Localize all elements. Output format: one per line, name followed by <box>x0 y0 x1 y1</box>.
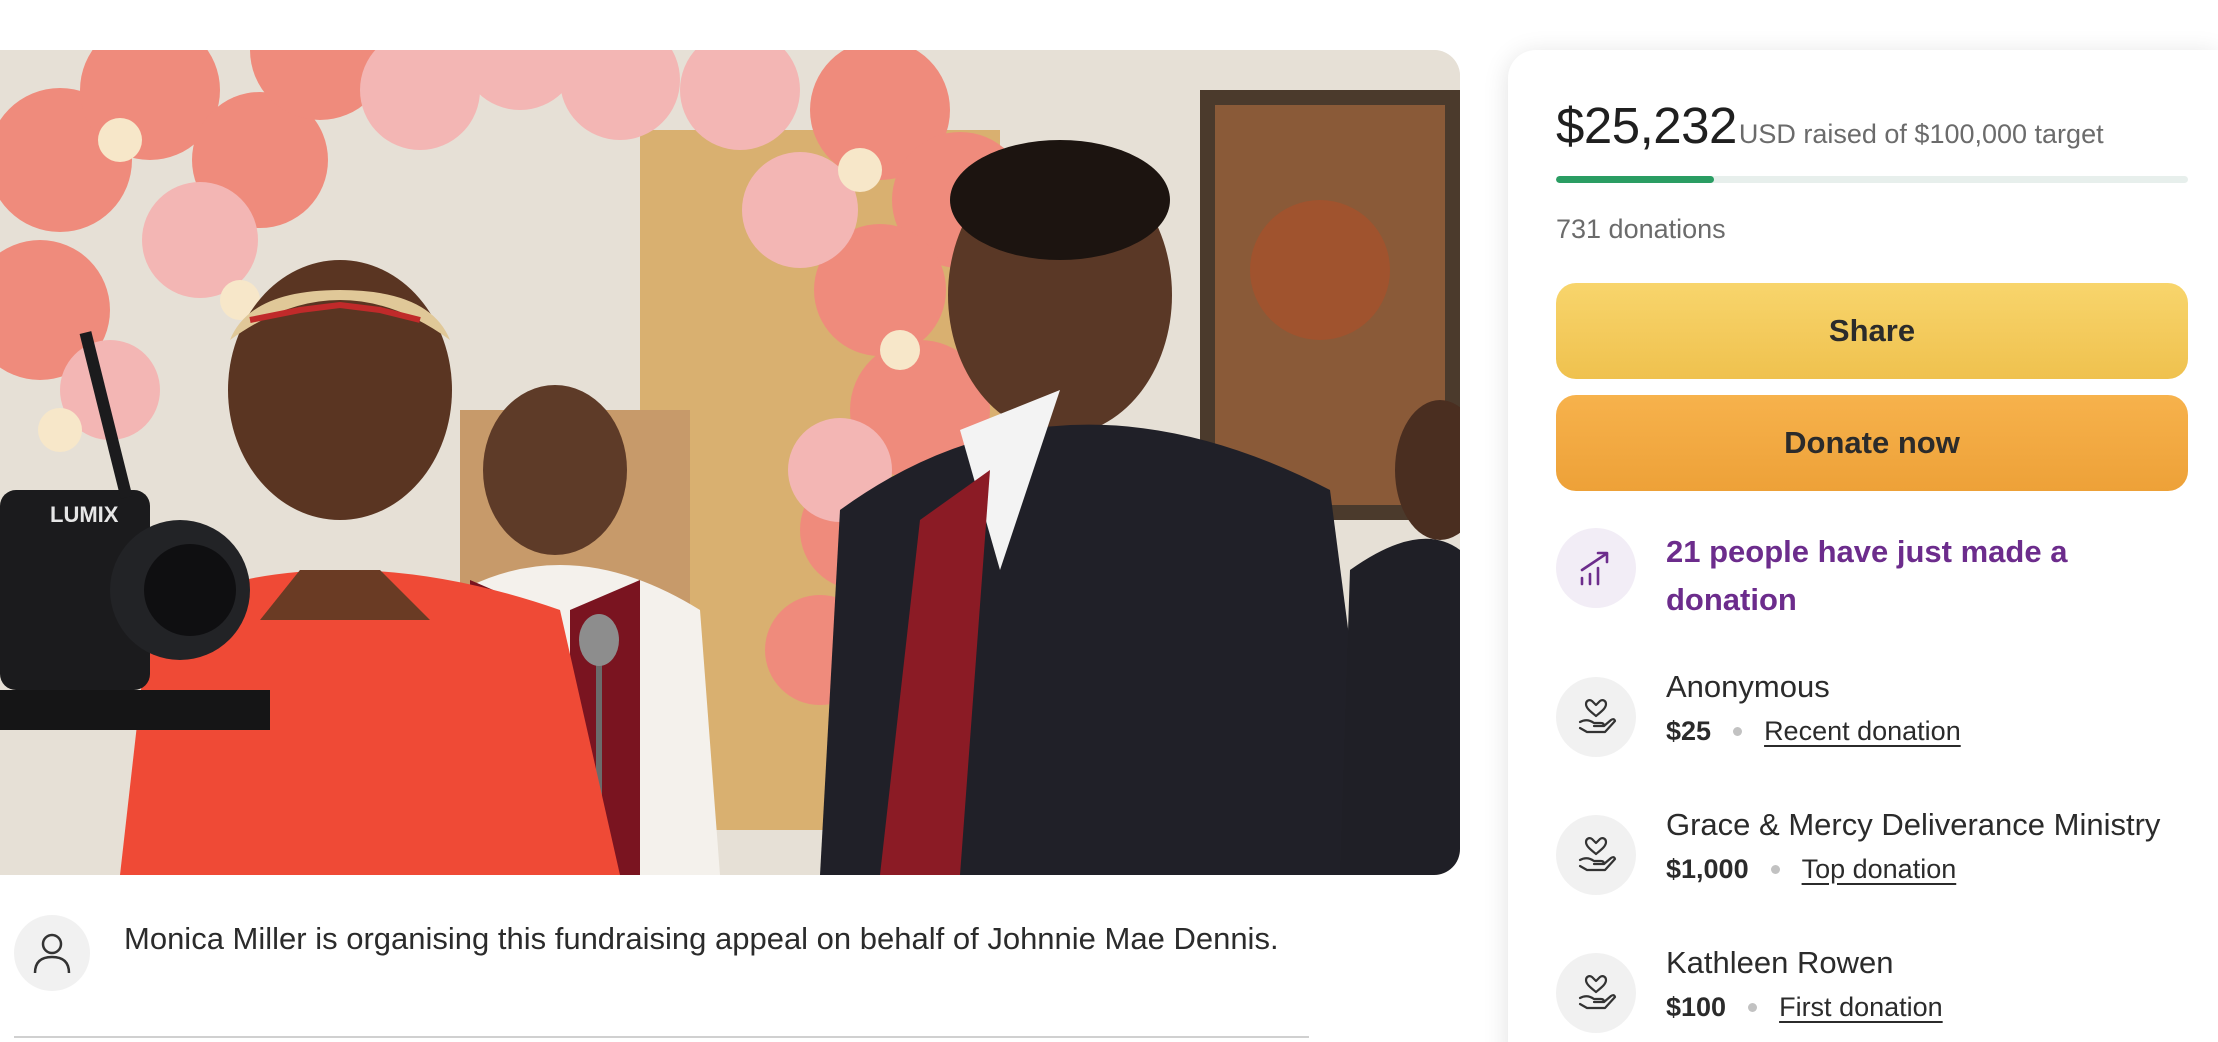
donor-name: Anonymous <box>1666 669 1830 704</box>
donor-name: Grace & Mercy Deliverance Ministry <box>1666 807 2161 842</box>
donor-item: Kathleen Rowen $100 First donation <box>1556 941 1943 1033</box>
share-button[interactable]: Share <box>1556 283 2188 379</box>
campaign-photo: LUMIX <box>0 50 1460 875</box>
donate-now-button[interactable]: Donate now <box>1556 395 2188 491</box>
organiser-text: Monica Miller is organising this fundrai… <box>124 921 1279 956</box>
camera-brand-text: LUMIX <box>50 502 119 527</box>
donor-amount: $1,000 <box>1666 854 1749 884</box>
donation-card: $25,232USD raised of $100,000 target 731… <box>1508 50 2218 1042</box>
separator-dot <box>1770 864 1780 874</box>
heart-hand-icon <box>1556 953 1636 1033</box>
raised-amount: $25,232 <box>1556 97 1737 154</box>
heart-hand-icon <box>1556 815 1636 895</box>
donation-count: 731 donations <box>1556 214 1726 244</box>
donor-amount: $25 <box>1666 716 1712 746</box>
campaign-photo-illustration: LUMIX <box>0 50 1460 875</box>
raised-target: USD raised of $100,000 target <box>1738 119 2104 149</box>
person-icon <box>14 915 90 991</box>
top-donation-link[interactable]: Top donation <box>1802 847 1957 891</box>
raised-summary: $25,232USD raised of $100,000 target <box>1556 96 2104 155</box>
heart-hand-icon <box>1556 677 1636 757</box>
separator-dot <box>1733 726 1743 736</box>
progress-bar <box>1556 176 2188 183</box>
donor-item: Grace & Mercy Deliverance Ministry $1,00… <box>1556 803 2160 895</box>
trending-text: 21 people have just made a donation <box>1666 534 2068 617</box>
recent-donation-link[interactable]: Recent donation <box>1764 709 1961 753</box>
donor-item: Anonymous $25 Recent donation <box>1556 665 1961 757</box>
first-donation-link[interactable]: First donation <box>1779 985 1943 1029</box>
trending-up-icon <box>1556 528 1636 608</box>
trending-notice: 21 people have just made a donation <box>1556 528 2136 624</box>
donor-name: Kathleen Rowen <box>1666 945 1894 980</box>
separator-dot <box>1748 1002 1758 1012</box>
progress-bar-fill <box>1556 176 1714 183</box>
organiser-section: Monica Miller is organising this fundrai… <box>14 915 1304 991</box>
divider <box>14 1036 1309 1038</box>
donor-amount: $100 <box>1666 992 1727 1022</box>
